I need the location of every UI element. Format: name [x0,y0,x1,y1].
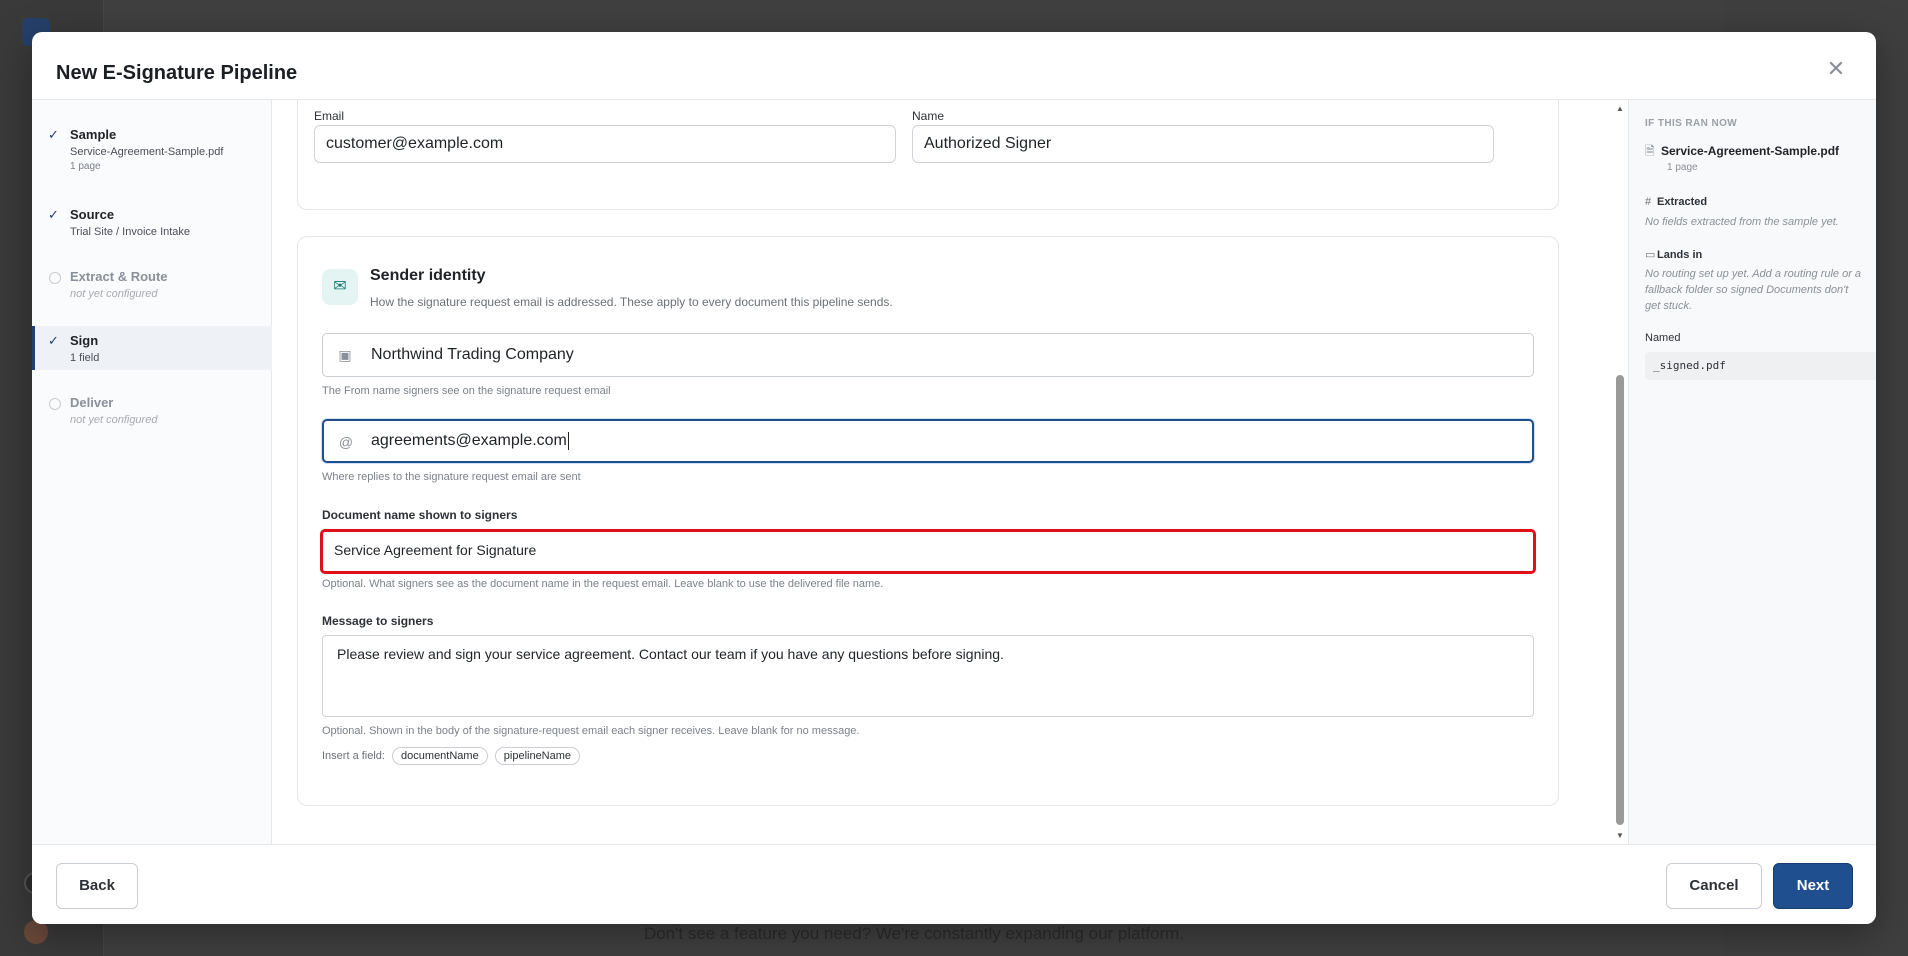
check-icon: ✓ [48,207,59,222]
preview-header: IF THIS RAN NOW [1645,118,1738,129]
named-value: _signed.pdf [1645,352,1876,380]
hash-icon: # [1645,196,1652,208]
reply-to-field[interactable]: @ agreements@example.com [322,419,1534,463]
preview-file-name: Service-Agreement-Sample.pdf [1661,144,1840,158]
next-button[interactable]: Next [1773,863,1853,909]
close-icon[interactable]: ✕ [1826,58,1846,80]
doc-name-label: Document name shown to signers [322,508,518,522]
name-label: Name [912,109,945,123]
message-help: Optional. Shown in the body of the signa… [322,725,860,737]
doc-name-help: Optional. What signers see as the docume… [322,578,884,590]
pipeline-modal: New E-Signature Pipeline ✕ ✓ Sample Serv… [32,32,1876,924]
step-subtitle: 1 field [70,352,100,364]
reply-to-value: agreements@example.com [371,421,569,461]
step-deliver[interactable]: Deliver not yet configured [32,394,272,434]
step-title: Deliver [70,395,114,410]
lands-in-label: Lands in [1657,249,1703,261]
section-subtitle: How the signature request email is addre… [370,295,893,309]
modal-title: New E-Signature Pipeline [56,62,298,84]
reply-to-help: Where replies to the signature request e… [322,471,581,483]
document-icon: 🗎 [1645,144,1655,158]
step-title: Sign [70,333,99,348]
step-subtitle: not yet configured [70,414,158,426]
step-title: Source [70,207,115,222]
signer-email-field[interactable]: customer@example.com [314,125,896,163]
scroll-down-arrow-icon[interactable]: ▼ [1615,831,1625,840]
step-sample[interactable]: ✓ Sample Service-Agreement-Sample.pdf 1 … [32,126,272,186]
step-title: Extract & Route [70,269,168,284]
form-scroll-area[interactable]: Email customer@example.com Name Authoriz… [273,100,1603,844]
background-footer-text: Don't see a feature you need? We're cons… [643,924,1185,943]
extracted-heading: # Extracted [1645,196,1707,208]
extracted-label: Extracted [1657,196,1708,208]
message-textarea[interactable]: Please review and sign your service agre… [322,635,1534,717]
chip-pipeline-name[interactable]: pipelineName [494,747,581,765]
scroll-up-arrow-icon[interactable]: ▲ [1615,104,1625,113]
from-name-field[interactable]: ▣ Northwind Trading Company [322,333,1534,377]
steps-sidebar: ✓ Sample Service-Agreement-Sample.pdf 1 … [32,100,272,844]
step-extract-route[interactable]: Extract & Route not yet configured [32,268,272,308]
preview-file: 🗎 Service-Agreement-Sample.pdf [1645,142,1839,163]
modal-header: New E-Signature Pipeline ✕ [32,32,1876,100]
reply-to-text: agreements@example.com [371,432,567,449]
lands-in-heading: ▭ Lands in [1645,248,1702,261]
step-subtitle: not yet configured [70,288,158,300]
from-name-value: Northwind Trading Company [371,346,574,363]
at-sign-icon: @ [338,434,354,450]
pending-circle-icon [49,398,61,410]
check-icon: ✓ [48,333,59,348]
step-subtitle: Trial Site / Invoice Intake [70,226,191,238]
contact-card-icon: ▣ [338,347,352,363]
insert-field-row: Insert a field: documentName pipelineNam… [322,747,581,765]
back-button[interactable]: Back [56,863,138,909]
signer-name-field[interactable]: Authorized Signer [912,125,1494,163]
document-name-field[interactable]: Service Agreement for Signature [320,529,1536,574]
scrollbar[interactable]: ▲ ▼ [1613,100,1627,844]
lands-in-note: No routing set up yet. Add a routing rul… [1645,268,1862,312]
step-meta: 1 page [70,161,101,172]
folder-icon: ▭ [1645,249,1656,261]
from-name-help: The From name signers see on the signatu… [322,385,611,397]
step-source[interactable]: ✓ Source Trial Site / Invoice Intake [32,206,272,246]
check-icon: ✓ [48,127,59,142]
extracted-note: No fields extracted from the sample yet. [1645,216,1839,228]
email-label: Email [314,109,345,123]
message-label: Message to signers [322,614,434,628]
step-subtitle: Service-Agreement-Sample.pdf [70,146,224,158]
mail-icon: ✉ [322,269,358,305]
step-sign[interactable]: ✓ Sign 1 field [32,326,272,370]
chip-document-name[interactable]: documentName [392,747,488,765]
run-preview-panel: IF THIS RAN NOW 🗎 Service-Agreement-Sampl… [1628,100,1876,844]
text-caret [567,431,569,450]
cancel-button[interactable]: Cancel [1666,863,1762,909]
sender-identity-card: ✉ Sender identity How the signature requ… [297,236,1559,806]
pending-circle-icon [49,272,61,284]
preview-pages: 1 page [1667,162,1698,173]
section-title: Sender identity [370,267,486,284]
modal-footer: Back Cancel Next [32,844,1876,924]
scrollbar-thumb[interactable] [1616,375,1624,825]
named-label: Named [1645,332,1681,344]
insert-field-label: Insert a field: [322,750,385,762]
step-title: Sample [70,127,117,142]
signer-card: Email customer@example.com Name Authoriz… [297,100,1559,210]
